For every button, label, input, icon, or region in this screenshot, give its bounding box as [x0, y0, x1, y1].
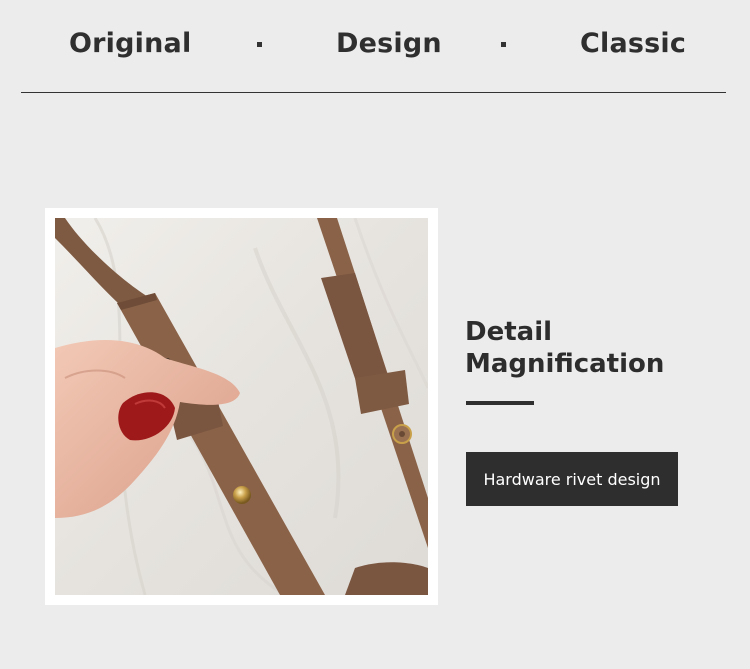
detail-title: Detail Magnification [465, 316, 725, 380]
feature-tag: Hardware rivet design [466, 452, 678, 506]
detail-title-line1: Detail [465, 317, 553, 347]
header-separator-dot [257, 42, 262, 47]
product-photo-frame [45, 208, 438, 605]
header-divider [21, 92, 726, 93]
header-word-classic: Classic [580, 28, 687, 59]
header-word-design: Design [336, 28, 442, 59]
feature-tag-label: Hardware rivet design [483, 469, 661, 489]
title-underline [466, 401, 534, 405]
product-photo [55, 218, 428, 595]
header-banner: Original Design Classic [0, 0, 750, 92]
header-separator-dot [501, 42, 506, 47]
detail-title-line2: Magnification [465, 349, 665, 379]
header-word-original: Original [69, 28, 192, 59]
